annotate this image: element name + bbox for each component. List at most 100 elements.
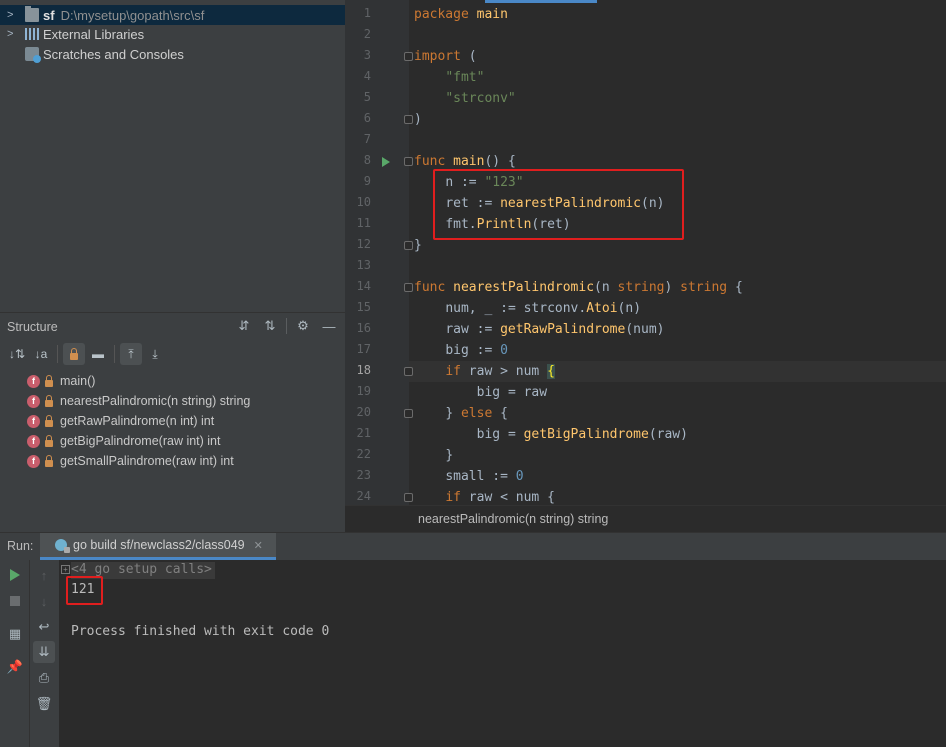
lock-icon	[45, 394, 53, 407]
autoscroll-to-source-icon[interactable]: ⤒	[120, 343, 142, 365]
code-line[interactable]: func nearestPalindromic(n string) string…	[414, 277, 743, 298]
print-icon[interactable]: ⎙	[33, 667, 55, 689]
scratches-icon	[25, 47, 41, 63]
lock-icon	[45, 434, 53, 447]
fold-expand-icon[interactable]: +	[61, 565, 70, 574]
show-non-public-icon[interactable]	[63, 343, 85, 365]
stop-icon[interactable]	[4, 590, 26, 612]
minimize-icon[interactable]: —	[319, 316, 339, 336]
expand-arrow-icon[interactable]: >	[7, 28, 17, 40]
layout-icon[interactable]: ▦	[4, 623, 26, 645]
line-number: 2	[363, 27, 371, 41]
down-arrow-icon[interactable]: ↓	[33, 590, 55, 612]
console-exit-message: Process finished with exit code 0	[71, 624, 330, 639]
structure-item-label: getRawPalindrome(n int) int	[60, 414, 215, 428]
sort-alphabetically-icon[interactable]: ↓a	[30, 343, 52, 365]
soft-wrap-icon[interactable]: ↩	[33, 616, 55, 638]
code-line[interactable]: import (	[414, 46, 477, 67]
gear-icon[interactable]: ⚙	[293, 316, 313, 336]
project-tool-window: > sf D:\mysetup\gopath\src\sf > External…	[0, 0, 345, 312]
lock-icon	[45, 374, 53, 387]
collapse-all-icon[interactable]: ⇅	[260, 316, 280, 336]
fold-marker-icon[interactable]	[404, 493, 413, 502]
code-line[interactable]: big = getBigPalindrome(raw)	[414, 424, 688, 445]
line-number: 21	[356, 426, 371, 440]
code-line[interactable]: }	[414, 235, 422, 256]
code-line[interactable]: if raw > num {	[414, 361, 555, 382]
rerun-icon[interactable]	[4, 564, 26, 586]
code-line[interactable]: big = raw	[414, 382, 547, 403]
line-number: 18	[356, 363, 371, 377]
tree-item-path: D:\mysetup\gopath\src\sf	[60, 7, 205, 23]
code-line[interactable]: small := 0	[414, 466, 523, 487]
editor-tab-indicator	[485, 0, 597, 3]
breadcrumb[interactable]: nearestPalindromic(n string) string	[418, 512, 608, 526]
tree-item-label: External Libraries	[43, 26, 145, 42]
sort-by-visibility-icon[interactable]: ↓⇅	[6, 343, 28, 365]
structure-tool-window: Structure ⇵ ⇅ ⚙ — ↓⇅ ↓a ▬ ⤒ ⤓ f main() f…	[0, 312, 345, 532]
line-number: 3	[363, 48, 371, 62]
lock-icon	[45, 454, 53, 467]
function-icon: f	[27, 374, 40, 388]
close-icon[interactable]: ✕	[254, 539, 263, 552]
code-line[interactable]: num, _ := strconv.Atoi(n)	[414, 298, 641, 319]
run-actions-toolbar: ▦ 📌	[0, 560, 30, 747]
structure-header: Structure ⇵ ⇅ ⚙ —	[0, 313, 345, 340]
line-number: 9	[363, 174, 371, 188]
line-number: 20	[356, 405, 371, 419]
code-line[interactable]: "fmt"	[414, 67, 484, 88]
run-gutter-icon[interactable]	[382, 157, 390, 167]
run-tab-label: go build sf/newclass2/class049	[73, 538, 245, 552]
line-number: 10	[356, 195, 371, 209]
autoscroll-from-source-icon[interactable]: ⤓	[144, 343, 166, 365]
structure-item[interactable]: f getRawPalindrome(n int) int	[0, 411, 345, 431]
show-folders-icon[interactable]: ▬	[87, 343, 109, 365]
up-arrow-icon[interactable]: ↑	[33, 564, 55, 586]
fold-marker-icon[interactable]	[404, 241, 413, 250]
line-number: 15	[356, 300, 371, 314]
fold-marker-icon[interactable]	[404, 409, 413, 418]
structure-item-label: getBigPalindrome(raw int) int	[60, 434, 221, 448]
tree-item-scratches[interactable]: Scratches and Consoles	[0, 44, 345, 64]
line-number: 11	[356, 216, 371, 230]
code-line[interactable]: )	[414, 109, 422, 130]
pin-icon[interactable]: 📌	[4, 656, 26, 678]
structure-item[interactable]: f main()	[0, 371, 345, 391]
expand-all-icon[interactable]: ⇵	[234, 316, 254, 336]
expand-arrow-icon[interactable]: >	[7, 9, 17, 21]
line-number: 22	[356, 447, 371, 461]
code-line[interactable]: big := 0	[414, 340, 508, 361]
run-header: Run: go build sf/newclass2/class049 ✕	[0, 533, 946, 560]
code-editor[interactable]: 1 2 3 4 5 6 7 8 9 10 11 12 13 14 15 16 17 18 19 20 21 22 23 24 …	[345, 0, 946, 532]
tree-item-sf[interactable]: > sf D:\mysetup\gopath\src\sf	[0, 5, 345, 25]
code-line[interactable]: raw := getRawPalindrome(num)	[414, 319, 664, 340]
structure-toolbar: ↓⇅ ↓a ▬ ⤒ ⤓	[0, 340, 345, 368]
structure-item[interactable]: f getSmallPalindrome(raw int) int	[0, 451, 345, 471]
structure-title: Structure	[7, 319, 58, 334]
tree-item-external-libraries[interactable]: > External Libraries	[0, 24, 345, 44]
line-number: 16	[356, 321, 371, 335]
structure-item[interactable]: f nearestPalindromic(n string) string	[0, 391, 345, 411]
lock-icon	[45, 414, 53, 427]
trash-icon[interactable]: 🗑	[33, 693, 55, 715]
code-line[interactable]: } else {	[414, 403, 508, 424]
tree-item-label: sf	[43, 7, 55, 23]
line-number: 12	[356, 237, 371, 251]
run-config-tab[interactable]: go build sf/newclass2/class049 ✕	[40, 533, 276, 560]
structure-item[interactable]: f getBigPalindrome(raw int) int	[0, 431, 345, 451]
scroll-to-end-icon[interactable]: ⇊	[33, 641, 55, 663]
structure-item-label: getSmallPalindrome(raw int) int	[60, 454, 234, 468]
fold-marker-icon[interactable]	[404, 367, 413, 376]
line-number: 19	[356, 384, 371, 398]
fold-marker-icon[interactable]	[404, 52, 413, 61]
code-line[interactable]: "strconv"	[414, 88, 515, 109]
line-number: 4	[363, 69, 371, 83]
function-icon: f	[27, 434, 40, 448]
fold-marker-icon[interactable]	[404, 283, 413, 292]
fold-marker-icon[interactable]	[404, 157, 413, 166]
library-icon	[25, 28, 39, 40]
fold-marker-icon[interactable]	[404, 115, 413, 124]
code-line[interactable]: }	[414, 445, 453, 466]
line-number: 1	[363, 6, 371, 20]
code-line[interactable]: package main	[414, 4, 508, 25]
